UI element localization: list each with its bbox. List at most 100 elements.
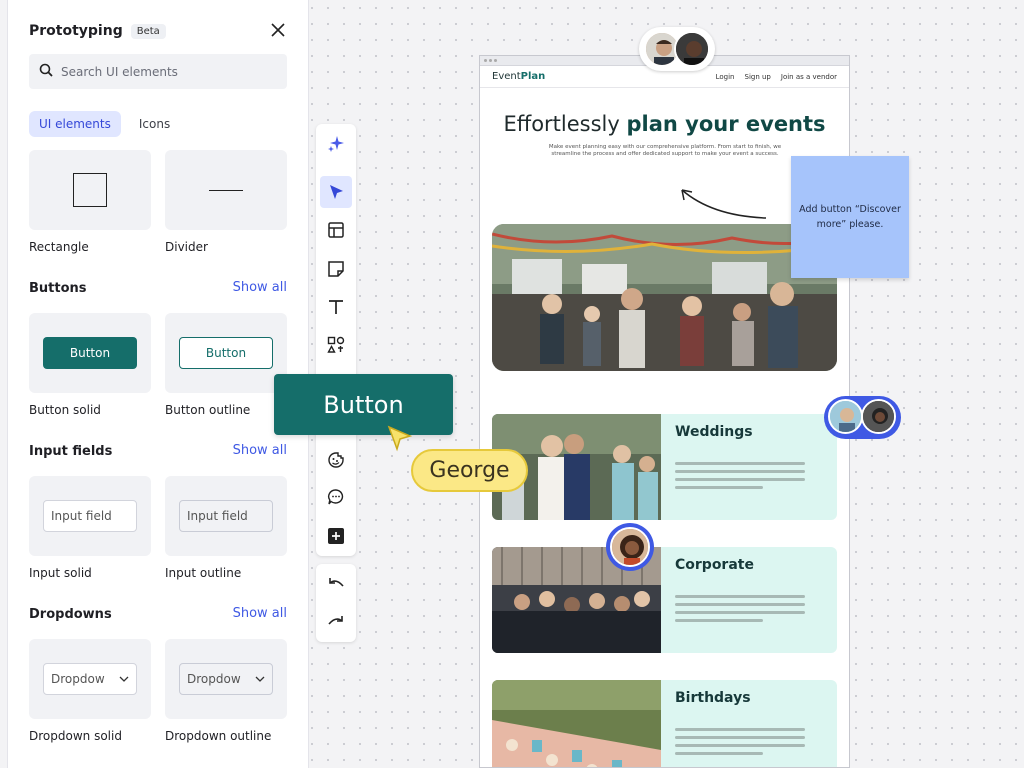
panel-title: Prototyping: [29, 23, 123, 39]
hero-subtitle: Make event planning easy with our compre…: [548, 144, 782, 158]
text-placeholder-line: [675, 611, 805, 614]
sticky-note-icon[interactable]: [320, 253, 352, 285]
tab-ui-elements[interactable]: UI elements: [29, 111, 121, 137]
button-solid-label: Button solid: [29, 403, 101, 417]
prototyping-panel: Prototyping Beta UI elements Icons Recta…: [8, 0, 308, 768]
text-placeholder-line: [675, 736, 805, 739]
dropdown-outline-preview: Dropdow: [179, 663, 273, 695]
button-solid-preview: Button: [43, 337, 137, 369]
button-solid-tile[interactable]: Button: [29, 313, 151, 393]
category-card-birthdays[interactable]: Birthdays: [492, 680, 837, 767]
history-toolbar: [316, 564, 356, 642]
category-card-weddings[interactable]: Weddings: [492, 414, 837, 520]
corporate-title: Corporate: [675, 557, 754, 573]
button-outline-label: Button outline: [165, 403, 251, 417]
dropdowns-show-all[interactable]: Show all: [233, 606, 287, 621]
arrow-annotation: [681, 189, 767, 219]
text-placeholder-line: [675, 462, 805, 465]
avatar[interactable]: [610, 527, 650, 567]
logo-prefix: Event: [492, 71, 521, 82]
buttons-show-all[interactable]: Show all: [233, 280, 287, 295]
text-placeholder-line: [675, 603, 805, 606]
input-solid-preview: Input field: [43, 500, 137, 532]
search-bar[interactable]: [29, 54, 287, 89]
collaborator-cursor-label: George: [411, 449, 528, 492]
text-placeholder-line: [675, 728, 805, 731]
nav-signup[interactable]: Sign up: [745, 73, 771, 81]
avatar[interactable]: [674, 31, 710, 67]
divider-icon: [209, 189, 243, 191]
birthdays-body: Birthdays: [661, 680, 837, 767]
undo-icon[interactable]: [320, 568, 352, 600]
shapes-icon[interactable]: [320, 329, 352, 361]
nav-links: Login Sign up Join as a vendor: [716, 73, 837, 81]
rectangle-tile[interactable]: [29, 150, 151, 230]
button-outline-tile[interactable]: Button: [165, 313, 287, 393]
corporate-body: Corporate: [661, 547, 837, 653]
ai-sparkle-icon[interactable]: [320, 128, 352, 160]
redo-icon[interactable]: [320, 606, 352, 638]
select-cursor-icon[interactable]: [320, 176, 352, 208]
weddings-title: Weddings: [675, 424, 753, 440]
weddings-body: Weddings: [661, 414, 837, 520]
layout-icon[interactable]: [320, 214, 352, 246]
beta-badge: Beta: [130, 23, 166, 39]
input-outline-tile[interactable]: Input field: [165, 476, 287, 556]
close-icon[interactable]: [268, 20, 288, 40]
panel-tabs: UI elements Icons: [29, 111, 180, 137]
add-icon[interactable]: [320, 520, 352, 552]
dropdown-outline-tile[interactable]: Dropdow: [165, 639, 287, 719]
inputs-show-all[interactable]: Show all: [233, 443, 287, 458]
inputs-section-title: Input fields: [29, 444, 113, 459]
birthdays-title: Birthdays: [675, 690, 751, 706]
input-solid-label: Input solid: [29, 566, 92, 580]
dropdown-solid-label: Dropdown solid: [29, 729, 122, 743]
sticky-note[interactable]: Add button “Discover more” please.: [791, 156, 909, 278]
dragged-button[interactable]: Button: [274, 374, 453, 435]
avatar[interactable]: [828, 399, 863, 434]
buttons-section-title: Buttons: [29, 281, 87, 296]
divider-tile[interactable]: [165, 150, 287, 230]
nav-login[interactable]: Login: [716, 73, 735, 81]
presence-group-right: [824, 396, 901, 439]
input-solid-tile[interactable]: Input field: [29, 476, 151, 556]
birthdays-image: [492, 680, 661, 767]
text-placeholder-line: [675, 478, 805, 481]
site-logo[interactable]: EventPlan: [492, 71, 545, 82]
input-outline-label: Input outline: [165, 566, 242, 580]
button-outline-preview: Button: [179, 337, 273, 369]
tab-icons[interactable]: Icons: [129, 111, 180, 137]
text-icon[interactable]: [320, 291, 352, 323]
hero-title: Effortlessly plan your events: [480, 112, 849, 136]
hero-title-plain: Effortlessly: [503, 112, 627, 136]
text-placeholder-line: [675, 744, 805, 747]
search-input[interactable]: [61, 64, 261, 79]
presence-group-top: [639, 27, 715, 71]
nav-join-vendor[interactable]: Join as a vendor: [781, 73, 837, 81]
input-outline-preview: Input field: [179, 500, 273, 532]
chevron-down-icon: [255, 676, 265, 682]
dropdown-solid-preview: Dropdow: [43, 663, 137, 695]
chevron-down-icon: [119, 676, 129, 682]
dropdown-outline-label: Dropdown outline: [165, 729, 272, 743]
dropdown-outline-text: Dropdow: [187, 672, 241, 686]
text-placeholder-line: [675, 752, 763, 755]
avatar[interactable]: [861, 399, 896, 434]
category-card-corporate[interactable]: Corporate: [492, 547, 837, 653]
dropdown-solid-tile[interactable]: Dropdow: [29, 639, 151, 719]
rectangle-label: Rectangle: [29, 240, 89, 254]
hero-title-bold: plan your events: [626, 112, 826, 136]
emoji-icon[interactable]: [320, 444, 352, 476]
presence-single: [606, 523, 654, 571]
text-placeholder-line: [675, 595, 805, 598]
logo-suffix: Plan: [520, 71, 546, 82]
comment-icon[interactable]: [320, 481, 352, 513]
hero-image: [492, 224, 837, 371]
text-placeholder-line: [675, 619, 763, 622]
search-icon: [39, 62, 53, 81]
text-placeholder-line: [675, 486, 763, 489]
panel-header: Prototyping Beta: [29, 20, 288, 42]
dropdown-solid-text: Dropdow: [51, 672, 105, 686]
rectangle-icon: [73, 173, 107, 207]
text-placeholder-line: [675, 470, 805, 473]
